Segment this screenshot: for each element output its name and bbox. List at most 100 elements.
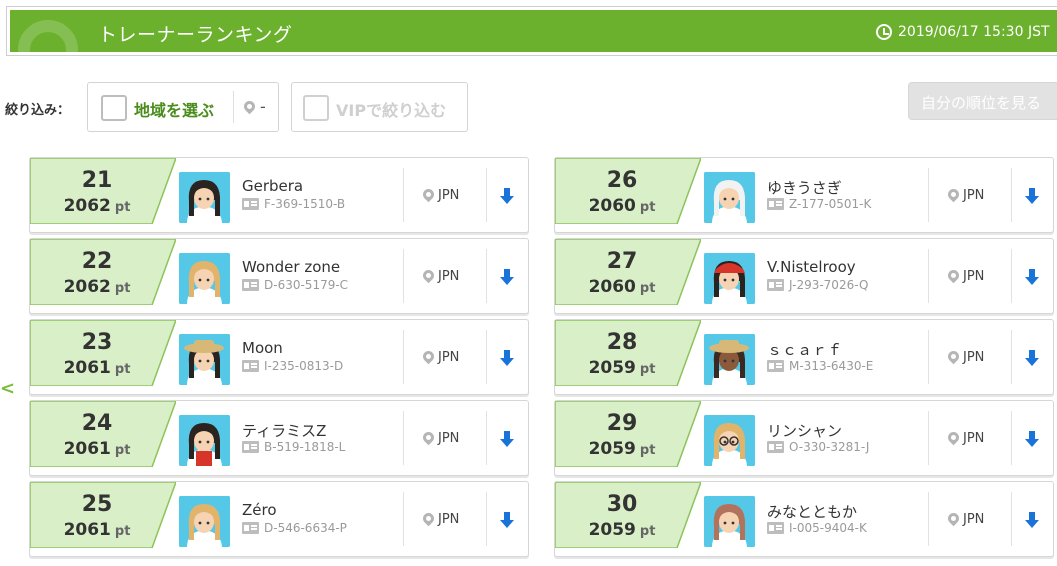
rank-points: 2061 pt xyxy=(30,358,164,378)
region-checkbox[interactable] xyxy=(101,95,127,121)
id-card-icon xyxy=(242,441,259,453)
expand-arrow-icon[interactable] xyxy=(500,188,514,206)
id-card-icon xyxy=(767,522,784,534)
rank-badge: 29 2059 pt xyxy=(555,401,701,467)
trainer-avatar xyxy=(179,496,230,547)
my-rank-button[interactable]: 自分の順位を見る xyxy=(908,82,1057,120)
expand-arrow-icon[interactable] xyxy=(1025,431,1039,449)
ranking-card[interactable]: 23 2061 pt Moon I-235-0813-D JPN xyxy=(29,319,529,395)
card-divider xyxy=(403,249,404,303)
id-card-icon xyxy=(767,441,784,453)
header-banner: トレーナーランキング 2019/06/17 15:30 JST xyxy=(10,10,1057,52)
location-pin-icon xyxy=(945,429,962,446)
trainer-avatar xyxy=(179,415,230,466)
trainer-name[interactable]: ゆきうさぎ xyxy=(767,177,842,198)
location-pin-icon xyxy=(420,348,437,365)
id-card-icon xyxy=(242,522,259,534)
expand-arrow-icon[interactable] xyxy=(500,350,514,368)
ranking-card[interactable]: 30 2059 pt みなとともか I-005-9404-K JPN xyxy=(554,481,1054,557)
trainer-name[interactable]: ｓｃａｒｆ xyxy=(767,339,842,360)
rank-number: 26 xyxy=(606,168,638,193)
rank-number: 28 xyxy=(606,330,638,355)
card-divider xyxy=(1011,249,1012,303)
card-divider xyxy=(928,330,929,384)
location-pin-icon xyxy=(945,267,962,284)
rank-number: 21 xyxy=(81,168,113,193)
location-pin-icon xyxy=(945,186,962,203)
expand-arrow-icon[interactable] xyxy=(1025,188,1039,206)
location-pin-icon xyxy=(420,429,437,446)
trainer-country: JPN xyxy=(438,350,460,365)
trainer-name[interactable]: リンシャン xyxy=(767,420,842,441)
expand-arrow-icon[interactable] xyxy=(1025,269,1039,287)
rank-badge: 25 2061 pt xyxy=(30,482,176,548)
id-card-icon xyxy=(242,279,259,291)
region-divider xyxy=(233,91,234,123)
card-divider xyxy=(486,411,487,465)
update-time-text: 2019/06/17 15:30 JST xyxy=(898,24,1050,40)
trainer-country: JPN xyxy=(438,512,460,527)
points-value: 2059 xyxy=(588,520,636,540)
region-filter[interactable]: 地域を選ぶ - xyxy=(87,82,279,132)
ranking-card[interactable]: 28 2059 pt ｓｃａｒｆ M-313-6430-E JPN xyxy=(554,319,1054,395)
location-pin-icon xyxy=(420,510,437,527)
trainer-id-text: D-546-6634-P xyxy=(264,521,347,535)
update-time: 2019/06/17 15:30 JST xyxy=(876,24,1050,40)
points-value: 2060 xyxy=(588,196,636,216)
trainer-name[interactable]: ティラミスZ xyxy=(242,420,326,441)
rank-badge: 22 2062 pt xyxy=(30,239,176,305)
id-card-icon xyxy=(767,279,784,291)
expand-arrow-icon[interactable] xyxy=(1025,350,1039,368)
vip-filter-label[interactable]: VIPで絞り込む xyxy=(336,97,446,121)
rank-points: 2059 pt xyxy=(555,520,689,540)
trainer-name[interactable]: みなとともか xyxy=(767,501,857,522)
trainer-name[interactable]: Moon xyxy=(242,339,283,357)
expand-arrow-icon[interactable] xyxy=(1025,512,1039,530)
location-pin-icon xyxy=(241,98,258,115)
points-unit: pt xyxy=(114,443,131,458)
ranking-card[interactable]: 26 2060 pt ゆきうさぎ Z-177-0501-K JPN xyxy=(554,157,1054,233)
points-value: 2060 xyxy=(588,277,636,297)
card-divider xyxy=(928,411,929,465)
trainer-country: JPN xyxy=(438,188,460,203)
trainer-id: M-313-6430-E xyxy=(767,359,873,373)
ranking-card[interactable]: 27 2060 pt V.Nistelrooy J-293-7026-Q JPN xyxy=(554,238,1054,314)
ranking-card[interactable]: 21 2062 pt Gerbera F-369-1510-B JPN xyxy=(29,157,529,233)
trainer-id: J-293-7026-Q xyxy=(767,278,868,292)
points-unit: pt xyxy=(639,362,656,377)
expand-arrow-icon[interactable] xyxy=(500,269,514,287)
trainer-name[interactable]: Gerbera xyxy=(242,177,303,195)
trainer-id-text: O-330-3281-J xyxy=(789,440,870,454)
side-arrow-icon[interactable]: < xyxy=(0,378,15,399)
expand-arrow-icon[interactable] xyxy=(500,431,514,449)
rank-number: 23 xyxy=(81,330,113,355)
trainer-name[interactable]: V.Nistelrooy xyxy=(767,258,856,276)
points-unit: pt xyxy=(114,362,131,377)
points-unit: pt xyxy=(114,281,131,296)
rank-points: 2061 pt xyxy=(30,439,164,459)
ranking-card[interactable]: 25 2061 pt Zéro D-546-6634-P JPN xyxy=(29,481,529,557)
id-card-icon xyxy=(767,198,784,210)
rank-number: 24 xyxy=(81,411,113,436)
rank-points: 2062 pt xyxy=(30,196,164,216)
trainer-name[interactable]: Zéro xyxy=(242,501,277,519)
trainer-avatar xyxy=(179,172,230,223)
trainer-id-text: J-293-7026-Q xyxy=(789,278,869,292)
trainer-avatar xyxy=(704,334,755,385)
page-title: トレーナーランキング xyxy=(98,24,293,46)
points-unit: pt xyxy=(639,443,656,458)
region-filter-label[interactable]: 地域を選ぶ xyxy=(134,97,214,121)
trainer-id: D-630-5179-C xyxy=(242,278,348,292)
expand-arrow-icon[interactable] xyxy=(500,512,514,530)
ranking-card[interactable]: 24 2061 pt ティラミスZ B-519-1818-L JPN xyxy=(29,400,529,476)
ranking-card[interactable]: 22 2062 pt Wonder zone D-630-5179-C JPN xyxy=(29,238,529,314)
trainer-name[interactable]: Wonder zone xyxy=(242,258,340,276)
vip-checkbox[interactable] xyxy=(303,95,329,121)
id-card-icon xyxy=(242,198,259,210)
ranking-card[interactable]: 29 2059 pt リンシャン O-330-3281-J JPN xyxy=(554,400,1054,476)
card-divider xyxy=(928,492,929,546)
vip-filter[interactable]: VIPで絞り込む xyxy=(291,82,468,132)
points-unit: pt xyxy=(639,200,656,215)
trainer-id: I-005-9404-K xyxy=(767,521,867,535)
rank-badge: 26 2060 pt xyxy=(555,158,701,224)
